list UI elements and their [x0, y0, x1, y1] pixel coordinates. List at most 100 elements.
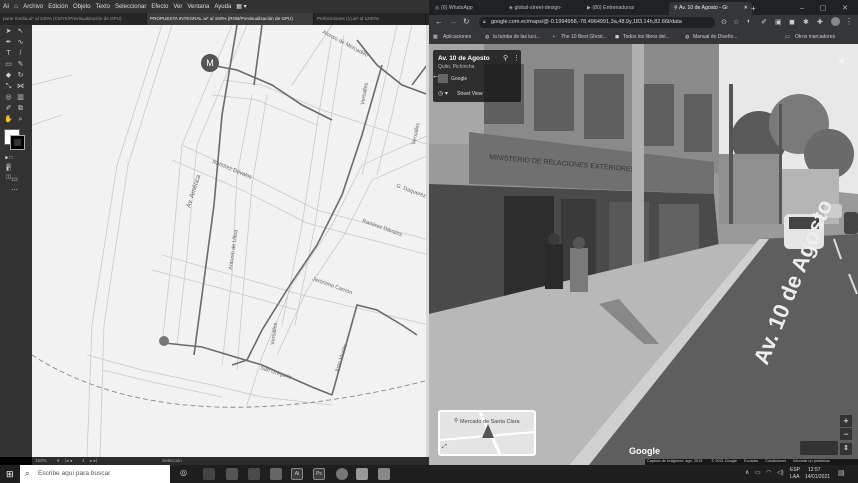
app-icon-media[interactable] [248, 468, 260, 480]
profile-avatar[interactable] [831, 17, 840, 26]
gradient-tool-icon[interactable]: ▥ [16, 94, 25, 102]
menu-ayuda[interactable]: Ayuda [214, 4, 231, 10]
app-icon-gimp[interactable] [226, 468, 238, 480]
eyedropper-tool-icon[interactable]: ✐ [4, 105, 13, 113]
history-clock-icon[interactable]: ◷ ▾ [438, 90, 448, 97]
tab-close-icon[interactable]: ✕ [744, 2, 748, 15]
taskbar-search-input[interactable]: ⌕ Escribe aquí para buscar [20, 465, 170, 483]
menu-texto[interactable]: Texto [96, 4, 110, 10]
report-problem-link[interactable]: Informar un problema [793, 459, 829, 463]
eraser-tool-icon[interactable]: ◆ [4, 72, 13, 80]
draw-mode-icon[interactable]: ◧ ◫ [4, 165, 13, 180]
task-view-icon[interactable]: ◎ [180, 468, 192, 480]
color-mode-icon[interactable]: ■ □ ▨ [4, 154, 13, 169]
zoom-in-icon[interactable]: + [840, 415, 852, 427]
terms-link[interactable]: Condiciones [765, 459, 786, 463]
shape-builder-tool-icon[interactable]: ◎ [4, 94, 13, 102]
clock-date[interactable]: 14/01/2021 [805, 474, 830, 480]
minimize-icon[interactable]: – [796, 2, 808, 15]
location-icon[interactable]: ⊙ [721, 18, 727, 26]
zoom-level[interactable]: 150% [35, 458, 47, 463]
forward-arrow-icon[interactable]: → [449, 17, 457, 26]
menu-edicion[interactable]: Edición [48, 4, 68, 10]
imagery-toggle[interactable] [800, 441, 838, 455]
compass-icon[interactable]: ⇕ [840, 443, 852, 455]
menu-seleccionar[interactable]: Seleccionar [115, 4, 146, 10]
bookmark-otros-marcadores[interactable]: Otros marcadores [795, 30, 835, 44]
pin-icon[interactable]: ⚲ [503, 54, 508, 62]
extension-icon-5[interactable]: ✱ [803, 18, 809, 26]
extensions-puzzle-icon[interactable]: ✚ [817, 18, 823, 26]
back-arrow-icon[interactable]: ← [435, 17, 443, 26]
home-icon[interactable]: ⌂ [14, 3, 18, 10]
new-tab-button[interactable]: + [751, 2, 761, 15]
tray-chevron-icon[interactable]: ∧ [745, 469, 749, 476]
back-to-map-icon[interactable]: ← [432, 71, 440, 80]
menu-efecto[interactable]: Efecto [151, 4, 168, 10]
bookmark-manual-diseno[interactable]: Manual de Diseño... [693, 30, 737, 44]
tab-av-10-agosto[interactable]: ⚲ Av. 10 de Agosto - Gi ✕ [669, 2, 752, 15]
volume-icon[interactable]: ◁) [777, 469, 784, 476]
minimap[interactable]: ⚲ Mercado de Santa Clara ⤢ [438, 410, 536, 456]
zoom-out-icon[interactable]: − [840, 428, 852, 440]
menu-objeto[interactable]: Objeto [73, 4, 91, 10]
doc-tab-parte-media[interactable]: parte media.ai* al 240% (CMYK/Previsuali… [0, 13, 147, 25]
menu-ventana[interactable]: Ventana [187, 4, 209, 10]
pen-tool-icon[interactable]: ✒ [4, 39, 13, 47]
artboard-canvas[interactable]: M Av. América Ramírez Dávalos Ramírez Dá… [31, 24, 430, 458]
artboard-number[interactable]: 4 [82, 458, 85, 463]
direct-selection-tool-icon[interactable]: ↖ [16, 28, 25, 36]
tab-whatsapp[interactable]: ◎ (6) WhatsApp [435, 2, 501, 15]
tab-global-street-design[interactable]: ◈ global-street-design- [509, 2, 579, 15]
network-icon[interactable]: ▭ [755, 469, 761, 476]
hand-tool-icon[interactable]: ✋ [4, 116, 13, 124]
chrome-menu-icon[interactable]: ⋮ [845, 17, 853, 26]
next-artboard-icon[interactable]: ▸ ▸| [90, 458, 97, 464]
menu-archivo[interactable]: Archivo [23, 4, 43, 10]
maximize-icon[interactable]: ▢ [817, 2, 829, 15]
blend-tool-icon[interactable]: ⧉ [16, 105, 25, 113]
reload-icon[interactable]: ↻ [463, 17, 470, 26]
line-tool-icon[interactable]: / [16, 50, 25, 58]
bookmark-tumba-luciernagas[interactable]: la tumba de las luci... [493, 30, 540, 44]
more-tools-icon[interactable]: ⋯ [10, 187, 19, 195]
windows-start-icon[interactable]: ⊞ [6, 469, 14, 479]
illustrator-taskbar-icon[interactable]: Ai [291, 468, 303, 480]
bookmark-ghost[interactable]: The 10 Best Ghost... [561, 30, 607, 44]
clock-time[interactable]: 12:57 [808, 467, 821, 473]
tab-entrenaduras[interactable]: ▶ (80) Entrenaduras [587, 2, 665, 15]
curvature-tool-icon[interactable]: ∿ [16, 39, 25, 47]
extension-icon-2[interactable]: ✐ [761, 18, 767, 26]
country[interactable]: Ecuador [744, 459, 758, 463]
stroke-color-swatch[interactable] [10, 135, 25, 150]
zoom-tool-icon[interactable]: ⌕ [16, 116, 25, 124]
rectangle-tool-icon[interactable]: ▭ [4, 61, 13, 69]
menu-ver[interactable]: Ver [173, 4, 182, 10]
bookmark-star-icon[interactable]: ☆ [733, 18, 739, 26]
doc-tab-propuesta-integral[interactable]: PROPUESTA INTEGRAL.ai* al 150% (RGB/Prev… [147, 13, 314, 25]
zoom-dropdown-icon[interactable]: ▾ [57, 458, 59, 464]
close-street-view-icon[interactable]: ✕ [838, 56, 846, 67]
window-close-icon[interactable]: ✕ [839, 2, 851, 15]
bookmark-todos-los-libros[interactable]: Todos los libros del... [623, 30, 670, 44]
extension-icon-3[interactable]: ▣ [775, 18, 782, 26]
opera-app-icon[interactable] [203, 468, 215, 480]
file-explorer-icon[interactable] [270, 468, 282, 480]
more-options-icon[interactable]: ⋮ [513, 54, 520, 62]
street-view-panorama[interactable]: MINISTERIO DE RELACIONES EXTERIORES Av. … [429, 44, 858, 465]
brush-tool-icon[interactable]: ✎ [16, 61, 25, 69]
prev-artboard-icon[interactable]: |◂ ◂ [65, 458, 72, 464]
apps-grid-icon[interactable]: ▦ [433, 30, 438, 44]
scale-tool-icon[interactable]: ⤡ [4, 83, 13, 91]
doc-tab-perfoniciones[interactable]: Perfoniciones (1).ai* al 1200% [314, 13, 426, 25]
selection-tool-icon[interactable]: ➤ [4, 28, 13, 36]
wifi-icon[interactable]: ◠ [766, 469, 771, 476]
photoshop-taskbar-icon[interactable]: Ps [313, 468, 325, 480]
extension-icon-4[interactable]: ◼ [789, 18, 795, 26]
chrome-taskbar-icon[interactable] [336, 468, 348, 480]
bookmark-aplicaciones[interactable]: Aplicaciones [443, 30, 471, 44]
app-icon-snip[interactable] [356, 468, 368, 480]
extension-icon-1[interactable]: ◐ [747, 18, 751, 25]
type-tool-icon[interactable]: T [4, 50, 13, 58]
workspace-switcher-icon[interactable]: ▦ ▾ [236, 3, 246, 10]
